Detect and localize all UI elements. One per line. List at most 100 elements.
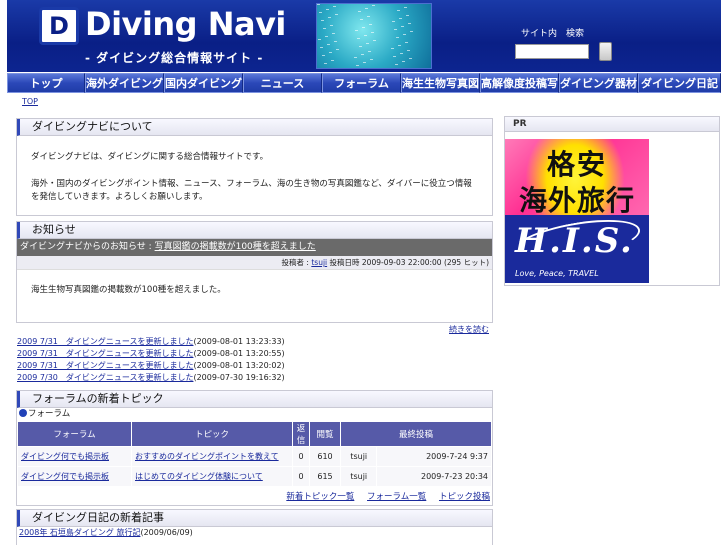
nav-item-6[interactable]: 高解像度投稿写真 [480,73,559,93]
forum-cell-link[interactable]: ダイビング何でも掲示板 [21,452,109,461]
nav-item-1[interactable]: 海外ダイビング [85,73,164,93]
fish-speck [410,31,413,32]
notice-box: お知らせ ダイビングナビからのお知らせ : 写真図鑑の掲載数が100種を超えまし… [16,221,493,334]
col-last-post: 最終投稿 [341,422,491,446]
fish-speck [354,57,357,58]
nav-item-2[interactable]: 国内ダイビング [164,73,243,93]
fish-speck [370,59,373,60]
fish-speck [331,60,334,61]
fish-speck [329,52,332,53]
fish-speck [318,39,321,40]
news-item-link[interactable]: 2009 7/30 ダイビングニュースを更新しました [17,373,193,382]
fish-speck [400,53,403,54]
views-cell: 615 [310,467,340,486]
fish-speck [369,24,372,25]
fish-speck [366,43,369,44]
last-poster-cell: tsuji [341,447,377,466]
fish-speck [368,51,371,52]
pr-banner-bottom: H.I.S. Love, Peace, TRAVEL [505,211,649,283]
news-item-date: (2009-08-01 13:20:55) [193,349,285,358]
nav-item-0[interactable]: トップ [7,73,85,93]
news-item-link[interactable]: 2009 7/31 ダイビングニュースを更新しました [17,349,193,358]
forum-cell-link[interactable]: ダイビング何でも掲示板 [21,472,109,481]
about-paragraph-1: ダイビングナビは、ダイビングに関する総合情報サイトです。 [31,152,269,162]
pr-banner-top: 格安 海外旅行 [505,139,649,215]
news-item-date: (2009-07-30 19:16:32) [193,373,285,382]
fish-speck [365,8,368,9]
fish-speck [362,27,365,28]
nav-item-7[interactable]: ダイビング器材 [559,73,638,93]
views-cell: 610 [310,447,340,466]
topic-cell: おすすめのダイビングポイントを教えて [132,447,292,466]
forum-table: フォーラム トピック 返信 閲覧 最終投稿 ダイビング何でも掲示板 おすすめのダイ… [17,421,492,487]
last-post-date-cell: 2009-7-24 9:37 [377,447,491,466]
news-item: 2009 7/31 ダイビングニュースを更新しました(2009-08-01 13… [17,348,487,360]
fish-speck [360,19,363,20]
fish-speck [398,45,401,46]
fish-speck [402,61,405,62]
nav-item-5[interactable]: 海生生物写真図鑑 [401,73,480,93]
news-item-link[interactable]: 2009 7/31 ダイビングニュースを更新しました [17,337,193,346]
pr-line-1: 格安 [546,148,607,181]
news-item: 2009 7/31 ダイビングニュースを更新しました(2009-08-01 13… [17,360,487,372]
logo-subtitle: - ダイビング総合情報サイト - [85,51,264,65]
fish-speck [404,7,407,8]
fish-speck [397,10,400,11]
fish-speck [322,55,325,56]
notice-author-link[interactable]: tsuji [311,258,327,267]
forum-cell: ダイビング何でも掲示板 [18,447,131,466]
fish-speck [328,17,331,18]
fish-speck [357,38,360,39]
site-logo[interactable]: D Diving Navi - ダイビング総合情報サイト - [39,5,309,67]
search-label: サイト内 [521,29,558,39]
forum-link-list[interactable]: フォーラム一覧 [367,492,426,502]
topic-cell-link[interactable]: はじめてのダイビング体験について [135,472,263,481]
read-more-link[interactable]: 続きを読む [449,325,489,334]
forum-title: フォーラムの新着トピック [17,391,492,408]
fish-speck [408,23,411,24]
fish-speck [395,64,398,65]
forum-subheading: フォーラム [17,408,492,421]
fish-speck [356,65,359,66]
pr-banner[interactable]: 格安 海外旅行 H.I.S. Love, Peace, TRAVEL [505,139,649,283]
fish-speck [371,32,374,33]
fish-speck [392,21,395,22]
forum-link-post[interactable]: トピック投稿 [439,492,490,502]
forum-table-header: フォーラム トピック 返信 閲覧 最終投稿 [18,422,491,446]
fish-speck [355,30,358,31]
news-item: 2009 7/30 ダイビングニュースを更新しました(2009-07-30 19… [17,372,487,384]
last-poster-cell: tsuji [341,467,377,486]
news-item: 2009 7/31 ダイビングニュースを更新しました(2009-08-01 13… [17,336,487,348]
fish-speck [334,41,337,42]
forum-cell: ダイビング何でも掲示板 [18,467,131,486]
fish-speck [323,28,326,29]
news-item-link[interactable]: 2009 7/31 ダイビングニュースを更新しました [17,361,193,370]
nav-item-3[interactable]: ニュース [243,73,322,93]
fish-speck [317,4,320,5]
fish-speck [327,44,330,45]
fish-speck [319,12,322,13]
topic-cell-link[interactable]: おすすめのダイビングポイントを教えて [135,452,279,461]
search-button[interactable] [599,42,612,61]
fish-speck [372,5,375,6]
notice-headline: ダイビングナビからのお知らせ : 写真図鑑の掲載数が100種を超えました [17,239,492,256]
fish-speck [373,40,376,41]
fish-speck [332,33,335,34]
forum-link-new-topics[interactable]: 新着トピック一覧 [286,492,354,502]
fish-speck [361,54,364,55]
nav-item-8[interactable]: ダイビング日記 [638,73,721,93]
fish-speck [364,35,367,36]
nav-item-4[interactable]: フォーラム [322,73,401,93]
notice-meta: 投稿者 : tsuji 投稿日時 2009-09-03 22:00:00 (29… [17,256,492,270]
header-fish-photo [316,3,432,69]
fish-speck [321,20,324,21]
search-input[interactable] [515,44,589,59]
notice-headline-link[interactable]: 写真図鑑の掲載数が100種を超えました [155,242,316,252]
col-forum: フォーラム [18,422,131,446]
forum-sub-label: フォーラム [28,409,71,419]
fish-speck [367,16,370,17]
breadcrumb-top-link[interactable]: TOP [22,97,38,106]
topic-cell: はじめてのダイビング体験について [132,467,292,486]
notice-author-label: 投稿者 : [281,258,309,267]
diary-item-link[interactable]: 2008年 石垣島ダイビング 旅行記 [19,528,140,537]
